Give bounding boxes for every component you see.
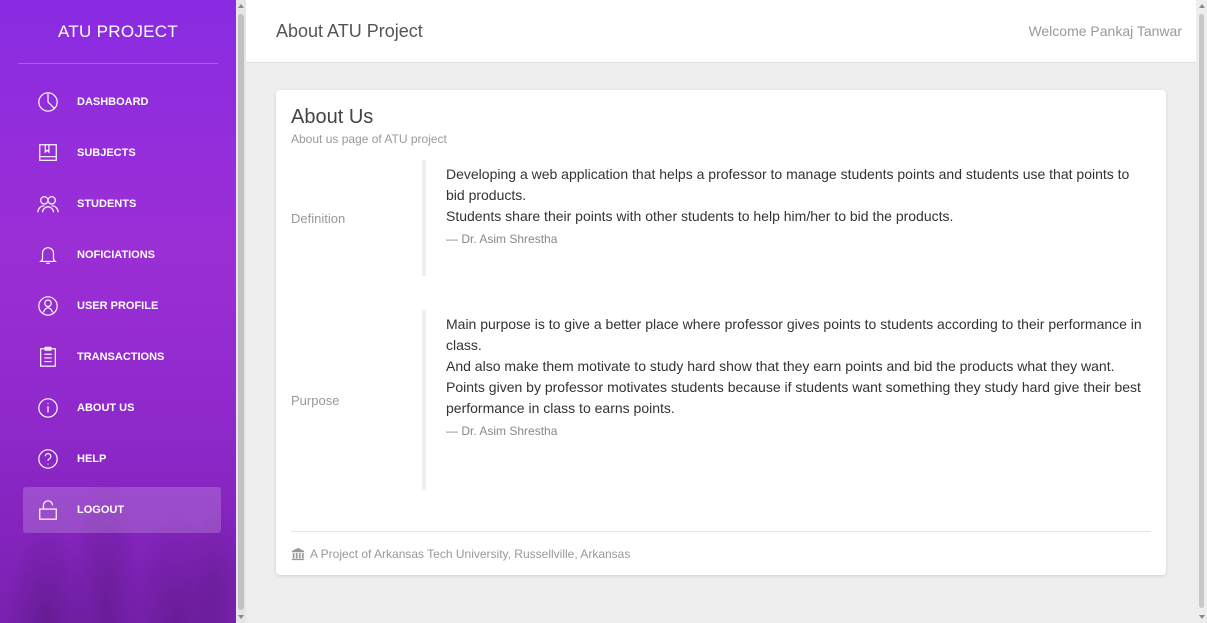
card-footer: A Project of Arkansas Tech University, R…: [291, 531, 1151, 575]
scroll-down-arrow-icon[interactable]: [1199, 615, 1205, 619]
clipboard-icon: [37, 346, 59, 368]
sidebar-scrollbar[interactable]: [236, 0, 246, 623]
quote-author: — Dr. Asim Shrestha: [446, 424, 558, 438]
sidebar-item-logout[interactable]: LOGOUT: [23, 487, 221, 533]
scroll-up-arrow-icon[interactable]: [238, 4, 244, 8]
quote-line: And also make them motivate to study har…: [446, 358, 1115, 374]
scrollbar-thumb[interactable]: [238, 14, 244, 610]
purpose-label: Purpose: [291, 392, 340, 408]
footer-text: A Project of Arkansas Tech University, R…: [310, 546, 631, 561]
scroll-up-arrow-icon[interactable]: [1199, 4, 1205, 8]
sidebar-item-label: HELP: [77, 453, 107, 465]
sidebar-nav: DASHBOARD SUBJECTS STUDENTS NOFICIATIONS…: [0, 79, 236, 533]
brand-title[interactable]: ATU PROJECT: [0, 0, 236, 64]
sidebar-item-transactions[interactable]: TRANSACTIONS: [23, 334, 221, 380]
about-card: About Us About us page of ATU project De…: [276, 90, 1166, 575]
scrollbar-thumb[interactable]: [1199, 14, 1204, 608]
sidebar: ATU PROJECT DASHBOARD SUBJECTS STUDENTS …: [0, 0, 236, 623]
help-icon: [37, 448, 59, 470]
sidebar-item-label: LOGOUT: [77, 504, 125, 516]
lock-icon: [37, 499, 59, 521]
quote-line: Main purpose is to give a better place w…: [446, 316, 1142, 353]
pie-chart-icon: [37, 91, 59, 113]
scroll-down-arrow-icon[interactable]: [238, 615, 244, 619]
purpose-quote: Main purpose is to give a better place w…: [422, 310, 1151, 490]
card-title: About Us: [291, 106, 374, 128]
sidebar-item-user-profile[interactable]: USER PROFILE: [23, 283, 221, 329]
sidebar-item-label: DASHBOARD: [77, 96, 149, 108]
quote-line: Developing a web application that helps …: [446, 166, 1130, 203]
top-navbar: About ATU Project Welcome Pankaj Tanwar: [246, 0, 1196, 63]
sidebar-item-notifications[interactable]: NOFICIATIONS: [23, 232, 221, 278]
sidebar-item-dashboard[interactable]: DASHBOARD: [23, 79, 221, 125]
bell-icon: [37, 244, 59, 266]
quote-line: Students share their points with other s…: [446, 208, 954, 224]
page-title[interactable]: About ATU Project: [276, 21, 423, 42]
definition-row: Definition Developing a web application …: [291, 160, 1151, 276]
sidebar-item-label: USER PROFILE: [77, 300, 159, 312]
sidebar-item-about-us[interactable]: ABOUT US: [23, 385, 221, 431]
definition-quote: Developing a web application that helps …: [422, 160, 1151, 276]
sidebar-item-subjects[interactable]: SUBJECTS: [23, 130, 221, 176]
sidebar-item-label: NOFICIATIONS: [77, 249, 156, 261]
sidebar-item-label: SUBJECTS: [77, 147, 136, 159]
sidebar-item-label: ABOUT US: [77, 402, 135, 414]
quote-author: — Dr. Asim Shrestha: [446, 232, 558, 246]
sidebar-item-help[interactable]: HELP: [23, 436, 221, 482]
definition-label: Definition: [291, 210, 346, 226]
sidebar-item-students[interactable]: STUDENTS: [23, 181, 221, 227]
sidebar-item-label: TRANSACTIONS: [77, 351, 165, 363]
page-scrollbar[interactable]: [1196, 0, 1207, 623]
quote-line: Points given by professor motivates stud…: [446, 379, 1141, 416]
users-icon: [37, 193, 59, 215]
card-subtitle: About us page of ATU project: [291, 132, 447, 146]
book-icon: [37, 142, 59, 164]
user-circle-icon: [37, 295, 59, 317]
bank-icon: [291, 547, 305, 561]
welcome-text: Welcome Pankaj Tanwar: [1028, 23, 1182, 39]
sidebar-item-label: STUDENTS: [77, 198, 137, 210]
purpose-row: Purpose Main purpose is to give a better…: [291, 310, 1151, 490]
main-content: About ATU Project Welcome Pankaj Tanwar …: [246, 0, 1196, 623]
info-icon: [37, 397, 59, 419]
